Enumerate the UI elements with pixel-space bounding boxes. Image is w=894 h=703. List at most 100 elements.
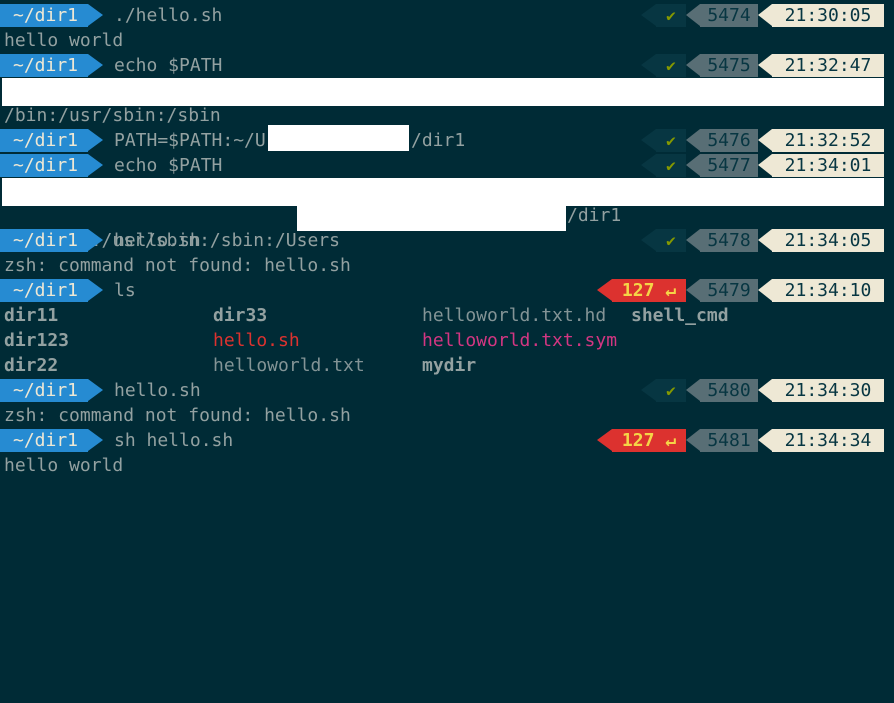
prompt-line: ~/dir1 ls 127 ↵ 5479 21:34:10 [0, 278, 894, 303]
list-item: dir123 [4, 330, 70, 351]
cwd-arrow-separator [88, 429, 103, 451]
time-arrow-separator [758, 279, 772, 301]
time-arrow-separator [758, 379, 772, 401]
cwd-label: ~/dir1 [13, 280, 79, 301]
command-text: echo $PATH [114, 55, 223, 76]
cwd-arrow-separator [88, 279, 103, 301]
cwd-arrow-separator [88, 54, 103, 76]
cwd-arrow-separator [88, 129, 103, 151]
timestamp: 21:34:10 [772, 279, 884, 302]
cwd-segment: ~/dir1 [0, 54, 88, 77]
cwd-label: ~/dir1 [13, 155, 79, 176]
command-text: echo $PATH [114, 155, 223, 176]
timestamp: 21:34:34 [772, 429, 884, 452]
redacted-region [297, 200, 566, 231]
timestamp: 21:32:52 [772, 129, 884, 152]
prompt-line: ~/dir1 hello.sh ✔ 5478 21:34:05 [0, 228, 894, 253]
cwd-label: ~/dir1 [13, 230, 79, 251]
redacted-region [268, 125, 409, 151]
command-text: sh hello.sh [114, 430, 234, 451]
history-number: 5476 [700, 129, 758, 152]
path-output-tail: /dir1 [567, 205, 622, 226]
history-number: 5479 [700, 279, 758, 302]
list-item: dir22 [4, 355, 59, 376]
list-item: helloworld.txt.sym [422, 330, 618, 351]
status-check-icon: ✔ [656, 379, 686, 402]
command-text: hello.sh [114, 230, 201, 251]
command-text: hello.sh [114, 380, 201, 401]
status-check-icon: ✔ [656, 54, 686, 77]
status-arrow-separator [641, 4, 656, 26]
cwd-label: ~/dir1 [13, 430, 79, 451]
cwd-label: ~/dir1 [13, 380, 79, 401]
command-text: ./hello.sh [114, 5, 223, 26]
list-item: shell_cmd [631, 305, 729, 326]
status-check-icon: ✔ [656, 129, 686, 152]
timestamp: 21:34:05 [772, 229, 884, 252]
output-line: hello world [4, 30, 124, 51]
cwd-segment: ~/dir1 [0, 129, 88, 152]
status-check-icon: ✔ [656, 229, 686, 252]
status-arrow-separator [641, 229, 656, 251]
timestamp: 21:34:01 [772, 154, 884, 177]
history-number: 5477 [700, 154, 758, 177]
cwd-segment: ~/dir1 [0, 429, 88, 452]
prompt-line: ~/dir1 sh hello.sh 127 ↵ 5481 21:34:34 [0, 428, 894, 453]
history-arrow-separator [686, 379, 700, 401]
list-item: mydir [422, 355, 477, 376]
output-line: zsh: command not found: hello.sh [4, 405, 351, 426]
cwd-label: ~/dir1 [13, 130, 79, 151]
output-line: /bin:/usr/sbin:/sbin [4, 105, 221, 126]
status-check-icon: ✔ [656, 4, 686, 27]
timestamp: 21:32:47 [772, 54, 884, 77]
status-check-icon: ✔ [656, 154, 686, 177]
history-arrow-separator [686, 129, 700, 151]
exit-code-badge: 127 ↵ [612, 279, 686, 302]
cwd-segment: ~/dir1 [0, 4, 88, 27]
cwd-arrow-separator [88, 379, 103, 401]
history-arrow-separator [686, 4, 700, 26]
list-item: helloworld.txt.hd [422, 305, 607, 326]
list-item: dir33 [213, 305, 268, 326]
output-line: hello world [4, 455, 124, 476]
time-arrow-separator [758, 4, 772, 26]
terminal-window[interactable]: ~/dir1 ./hello.sh ✔ 5474 21:30:05 hello … [0, 0, 894, 477]
prompt-line: ~/dir1 echo $PATH ✔ 5475 21:32:47 [0, 53, 894, 78]
cwd-label: ~/dir1 [13, 55, 79, 76]
prompt-line: ~/dir1 echo $PATH ✔ 5477 21:34:01 [0, 153, 894, 178]
history-number: 5480 [700, 379, 758, 402]
history-number: 5475 [700, 54, 758, 77]
history-arrow-separator [686, 54, 700, 76]
prompt-line: ~/dir1 hello.sh ✔ 5480 21:34:30 [0, 378, 894, 403]
status-arrow-separator [641, 154, 656, 176]
time-arrow-separator [758, 429, 772, 451]
status-arrow-separator [597, 279, 612, 301]
time-arrow-separator [758, 129, 772, 151]
redacted-region [2, 78, 884, 106]
status-arrow-separator [641, 54, 656, 76]
time-arrow-separator [758, 54, 772, 76]
history-arrow-separator [686, 429, 700, 451]
cwd-arrow-separator [88, 154, 103, 176]
command-text: PATH=$PATH:~/U [114, 130, 266, 151]
prompt-line: ~/dir1 ./hello.sh ✔ 5474 21:30:05 [0, 3, 894, 28]
prompt-line: ~/dir1 PATH=$PATH:~/U /dir1 ✔ 5476 21:32… [0, 128, 894, 153]
cwd-label: ~/dir1 [13, 5, 79, 26]
exit-code-badge: 127 ↵ [612, 429, 686, 452]
command-text: ls [114, 280, 136, 301]
history-arrow-separator [686, 279, 700, 301]
status-arrow-separator [597, 429, 612, 451]
timestamp: 21:34:30 [772, 379, 884, 402]
time-arrow-separator [758, 154, 772, 176]
history-number: 5481 [700, 429, 758, 452]
cwd-arrow-separator [88, 229, 103, 251]
timestamp: 21:30:05 [772, 4, 884, 27]
list-item: helloworld.txt [213, 355, 365, 376]
cwd-segment: ~/dir1 [0, 379, 88, 402]
list-item: hello.sh [213, 330, 300, 351]
list-item: dir11 [4, 305, 59, 326]
status-arrow-separator [641, 129, 656, 151]
history-arrow-separator [686, 229, 700, 251]
cwd-segment: ~/dir1 [0, 154, 88, 177]
history-arrow-separator [686, 154, 700, 176]
